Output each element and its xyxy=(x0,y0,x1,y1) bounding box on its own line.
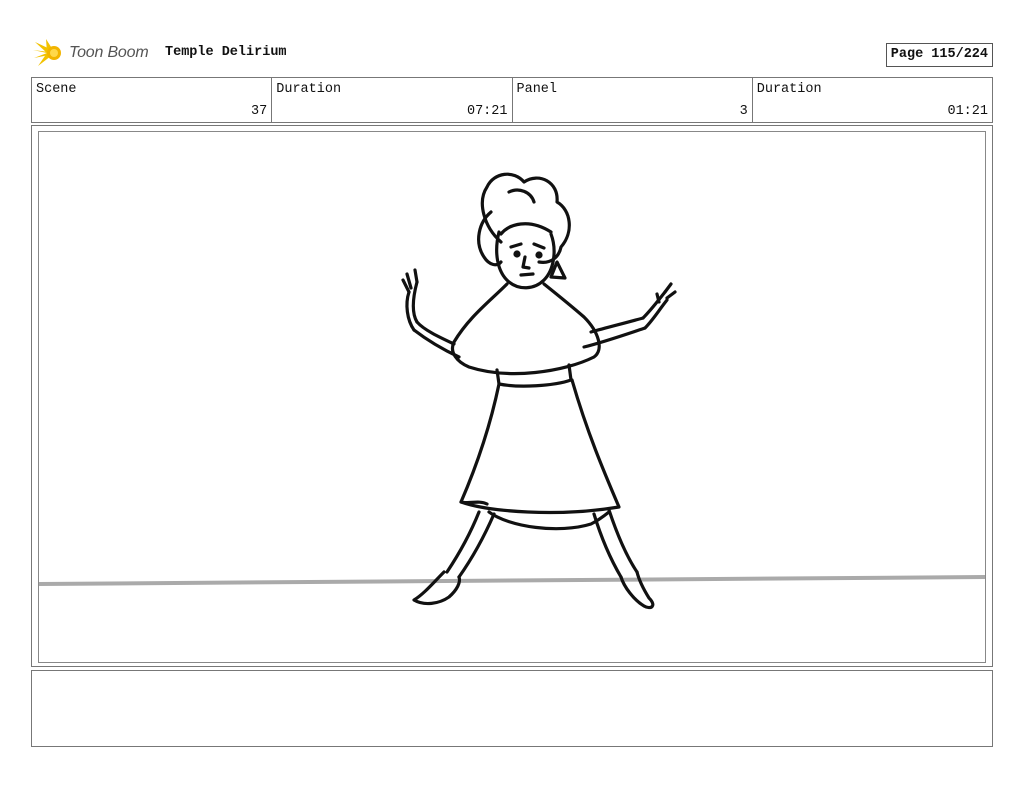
storyboard-panel xyxy=(31,125,993,667)
starburst-icon xyxy=(33,39,61,66)
panel-label: Panel xyxy=(516,82,558,97)
ground-line xyxy=(39,575,985,586)
page-number: Page 115/224 xyxy=(885,43,993,67)
panel-sketch xyxy=(39,172,985,610)
panel-notes-box xyxy=(31,670,993,747)
project-title: Temple Delirium xyxy=(165,45,287,60)
scene-cell: Scene 37 xyxy=(32,78,273,122)
panel-duration-value: 01:21 xyxy=(947,104,988,119)
panel-duration-cell: Duration 01:21 xyxy=(753,78,992,122)
scene-duration-cell: Duration 07:21 xyxy=(272,78,513,122)
panel-duration-label: Duration xyxy=(756,82,822,97)
scene-duration-value: 07:21 xyxy=(466,104,508,119)
scene-label: Scene xyxy=(36,82,77,97)
scene-info-row: Scene 37 Duration 07:21 Panel 3 Duration… xyxy=(31,77,993,123)
storyboard-header: Toon Boom Temple Delirium Page 115/224 xyxy=(31,36,993,70)
logo-text: Toon Boom xyxy=(69,44,149,61)
panel-value: 3 xyxy=(739,104,748,119)
panel-frame xyxy=(38,131,986,663)
panel-cell: Panel 3 xyxy=(513,78,753,122)
character-sketch xyxy=(401,172,677,610)
scene-value: 37 xyxy=(251,104,268,119)
scene-duration-label: Duration xyxy=(276,82,342,97)
toon-boom-logo: Toon Boom xyxy=(33,38,149,68)
